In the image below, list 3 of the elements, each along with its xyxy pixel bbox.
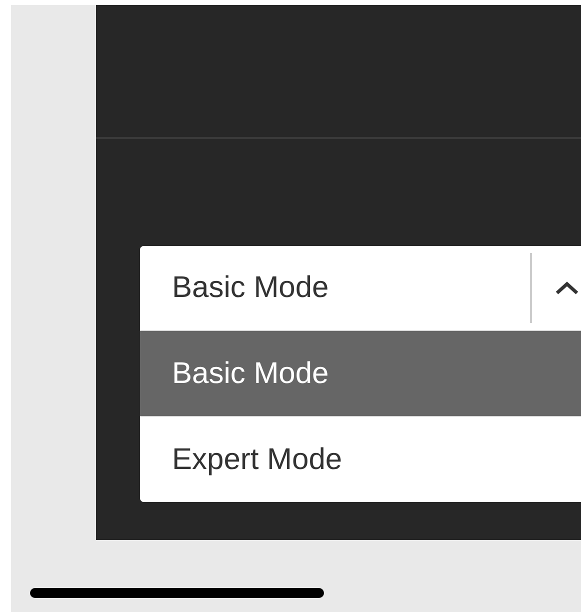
dropdown-option[interactable]: Expert Mode bbox=[140, 416, 581, 502]
chevron-icon bbox=[554, 280, 580, 296]
dropdown-option[interactable]: Basic Mode bbox=[140, 330, 581, 416]
